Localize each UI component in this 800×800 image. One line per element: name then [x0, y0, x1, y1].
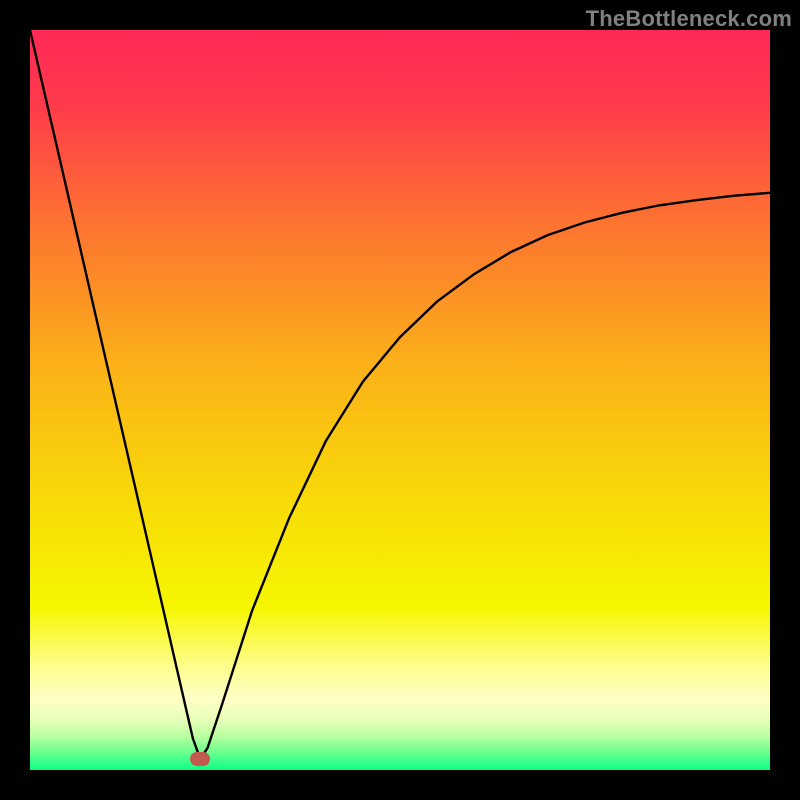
- plot-area: [30, 30, 770, 770]
- watermark-text: TheBottleneck.com: [586, 6, 792, 32]
- bottleneck-curve: [30, 30, 770, 770]
- chart-frame: TheBottleneck.com: [0, 0, 800, 800]
- optimum-marker: [190, 752, 210, 766]
